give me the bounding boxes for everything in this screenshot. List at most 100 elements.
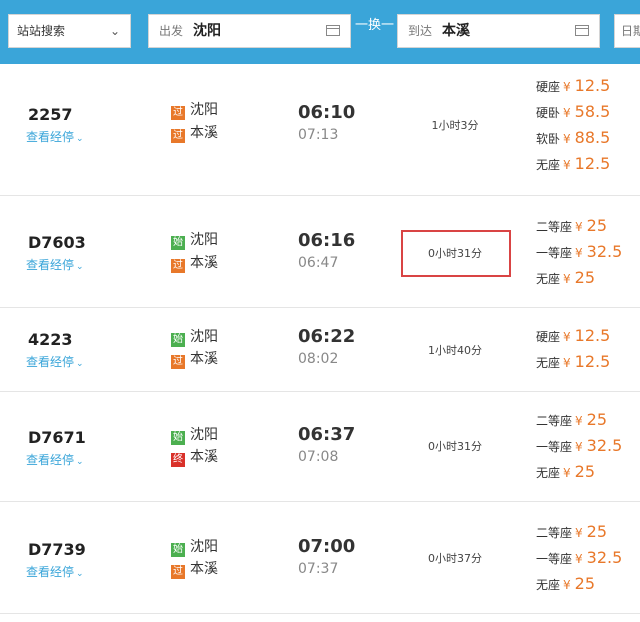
view-stops-link[interactable]: 查看经停 ⌄ <box>26 256 84 273</box>
arrival-time: 07:13 <box>298 127 339 143</box>
to-station: 过本溪 <box>171 351 218 369</box>
currency-symbol: ¥ <box>575 552 583 566</box>
train-row[interactable]: D7739 查看经停 ⌄ 始沈阳 过本溪 07:00 07:37 0小时37分 二… <box>0 502 640 614</box>
origin-badge: 始 <box>171 236 185 250</box>
currency-symbol: ¥ <box>563 132 571 146</box>
train-row[interactable]: D7603 查看经停 ⌄ 始沈阳 过本溪 06:16 06:47 0小时31分 二… <box>0 196 640 308</box>
currency-symbol: ¥ <box>563 578 571 592</box>
pass-through-badge: 过 <box>171 259 185 273</box>
origin-badge: 始 <box>171 333 185 347</box>
seat-type: 二等座 <box>536 414 573 428</box>
seat-type: 硬座 <box>536 330 561 344</box>
from-station: 始沈阳 <box>171 427 218 445</box>
view-stops-label: 查看经停 <box>26 258 75 272</box>
terminal-badge: 终 <box>171 453 185 467</box>
seat-price: 二等座 ¥25 <box>536 410 607 429</box>
from-station-name: 沈阳 <box>190 102 218 118</box>
origin-badge: 始 <box>171 431 185 445</box>
train-number: D7671 <box>28 428 86 447</box>
seat-type: 无座 <box>536 356 561 370</box>
seat-type: 无座 <box>536 272 561 286</box>
seat-price: 硬座 ¥12.5 <box>536 76 610 95</box>
departure-time: 06:16 <box>298 230 356 251</box>
seat-price: 二等座 ¥25 <box>536 522 607 541</box>
chevron-down-icon: ⌄ <box>76 262 84 272</box>
currency-symbol: ¥ <box>563 80 571 94</box>
swap-stations-button[interactable]: 一换一 <box>352 16 397 36</box>
departure-station-field[interactable]: 出发 沈阳 <box>148 14 351 48</box>
from-station-name: 沈阳 <box>190 232 218 248</box>
train-row[interactable]: 4223 查看经停 ⌄ 始沈阳 过本溪 06:22 08:02 1小时40分 硬座… <box>0 308 640 392</box>
view-stops-link[interactable]: 查看经停 ⌄ <box>26 353 84 370</box>
train-number: D7739 <box>28 540 86 559</box>
to-station-name: 本溪 <box>190 449 218 465</box>
departure-time: 07:00 <box>298 536 356 557</box>
travel-duration: 0小时37分 <box>428 552 482 565</box>
travel-duration: 1小时3分 <box>431 119 479 132</box>
to-station: 过本溪 <box>171 561 218 579</box>
arrival-time: 08:02 <box>298 351 339 367</box>
pass-through-badge: 过 <box>171 355 185 369</box>
currency-symbol: ¥ <box>575 526 583 540</box>
chevron-down-icon: ⌄ <box>109 24 120 38</box>
price-amount: 25 <box>586 410 608 429</box>
price-amount: 32.5 <box>586 242 623 261</box>
origin-badge: 始 <box>171 543 185 557</box>
station-picker-icon[interactable] <box>575 25 589 36</box>
currency-symbol: ¥ <box>563 356 571 370</box>
seat-type: 一等座 <box>536 552 573 566</box>
arrival-station-field[interactable]: 到达 本溪 <box>397 14 600 48</box>
seat-price: 无座 ¥25 <box>536 574 595 593</box>
to-station: 过本溪 <box>171 255 218 273</box>
chevron-down-icon: ⌄ <box>76 457 84 467</box>
seat-price: 无座 ¥12.5 <box>536 154 610 173</box>
view-stops-label: 查看经停 <box>26 565 75 579</box>
seat-type: 一等座 <box>536 440 573 454</box>
search-mode-label: 站站搜索 <box>17 24 66 38</box>
date-field[interactable]: 日期 <box>614 14 640 48</box>
to-station-name: 本溪 <box>190 255 218 271</box>
pass-through-badge: 过 <box>171 565 185 579</box>
departure-label: 出发 <box>159 24 184 38</box>
view-stops-label: 查看经停 <box>26 453 75 467</box>
chevron-down-icon: ⌄ <box>76 359 84 369</box>
search-mode-select[interactable]: 站站搜索 ⌄ <box>8 14 131 48</box>
travel-duration: 0小时31分 <box>428 440 482 453</box>
arrival-time: 07:37 <box>298 561 339 577</box>
view-stops-link[interactable]: 查看经停 ⌄ <box>26 563 84 580</box>
view-stops-label: 查看经停 <box>26 130 75 144</box>
from-station-name: 沈阳 <box>190 329 218 345</box>
arrival-time: 06:47 <box>298 255 339 271</box>
price-amount: 25 <box>574 462 596 481</box>
seat-price: 无座 ¥25 <box>536 268 595 287</box>
station-picker-icon[interactable] <box>326 25 340 36</box>
travel-duration: 0小时31分 <box>428 247 482 260</box>
view-stops-link[interactable]: 查看经停 ⌄ <box>26 128 84 145</box>
pass-through-badge: 过 <box>171 106 185 120</box>
seat-type: 软卧 <box>536 132 561 146</box>
departure-time: 06:37 <box>298 424 356 445</box>
departure-time: 06:22 <box>298 326 356 347</box>
from-station-name: 沈阳 <box>190 427 218 443</box>
arrival-value: 本溪 <box>442 23 470 39</box>
currency-symbol: ¥ <box>563 272 571 286</box>
seat-price: 软卧 ¥88.5 <box>536 128 610 147</box>
train-row[interactable]: 2257 查看经停 ⌄ 过沈阳 过本溪 06:10 07:13 1小时3分 硬座 ¥… <box>0 64 640 196</box>
seat-type: 无座 <box>536 578 561 592</box>
price-amount: 25 <box>574 268 596 287</box>
train-number: 2257 <box>28 105 73 124</box>
price-amount: 88.5 <box>574 128 611 147</box>
from-station: 始沈阳 <box>171 329 218 347</box>
from-station: 始沈阳 <box>171 232 218 250</box>
to-station-name: 本溪 <box>190 561 218 577</box>
price-amount: 12.5 <box>574 154 611 173</box>
date-label: 日期 <box>621 24 640 38</box>
search-bar: 站站搜索 ⌄ 出发 沈阳 一换一 到达 本溪 日期 <box>0 0 640 64</box>
to-station: 终本溪 <box>171 449 218 467</box>
train-row[interactable]: D7671 查看经停 ⌄ 始沈阳 终本溪 06:37 07:08 0小时31分 二… <box>0 392 640 502</box>
price-amount: 32.5 <box>586 436 623 455</box>
train-number: 4223 <box>28 330 73 349</box>
pass-through-badge: 过 <box>171 129 185 143</box>
view-stops-link[interactable]: 查看经停 ⌄ <box>26 451 84 468</box>
currency-symbol: ¥ <box>563 466 571 480</box>
